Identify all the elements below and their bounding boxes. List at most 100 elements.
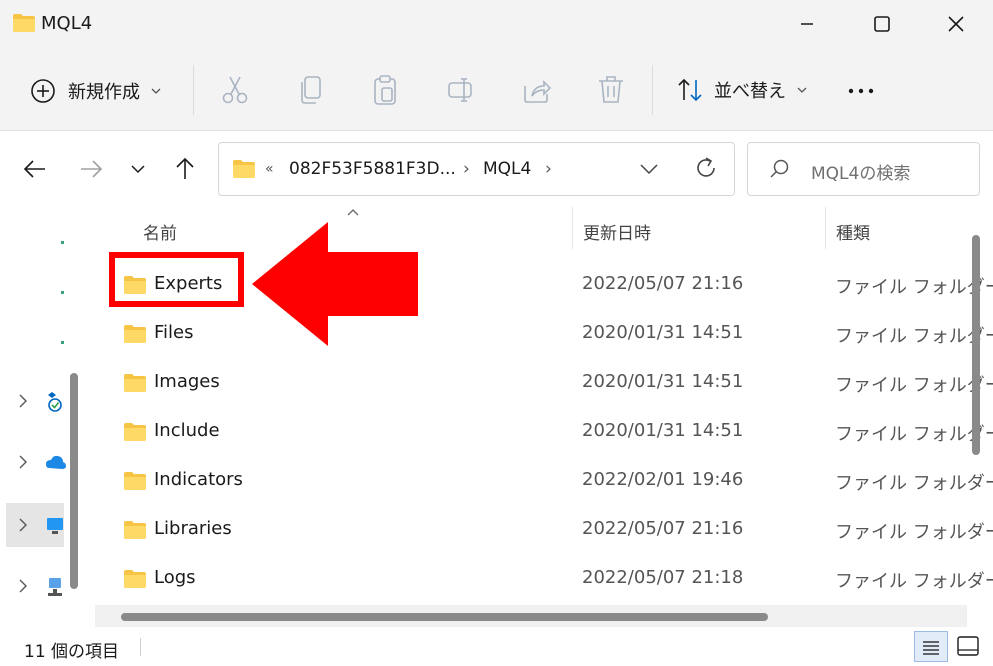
chevron-right-icon: [19, 394, 27, 408]
search-box[interactable]: MQL4の検索: [747, 142, 980, 196]
address-bar[interactable]: « 082F53F5881F3D... › MQL4 ›: [218, 142, 735, 196]
column-header-name[interactable]: 名前: [143, 219, 177, 244]
refresh-button[interactable]: [693, 155, 719, 185]
paste-icon: [374, 75, 396, 105]
tree-marker: [61, 291, 64, 294]
file-list-vertical-scrollbar[interactable]: [972, 235, 980, 455]
up-button[interactable]: [169, 153, 201, 185]
rename-icon: [448, 78, 472, 102]
item-count: 11 個の項目: [24, 642, 120, 662]
details-view-button[interactable]: [914, 631, 948, 662]
share-button[interactable]: [522, 74, 552, 110]
nav-item-this-pc[interactable]: [6, 503, 64, 547]
file-row[interactable]: Files 2020/01/31 14:51 ファイル フォルダー: [92, 308, 993, 357]
file-type: ファイル フォルダー: [835, 375, 993, 396]
folder-icon: [124, 472, 146, 490]
arrow-right-icon: [81, 160, 103, 178]
file-date: 2022/05/07 21:18: [582, 567, 744, 588]
maximize-button[interactable]: [864, 10, 900, 38]
toolbar-divider: [193, 65, 194, 115]
sort-button-label: 並べ替え: [714, 81, 786, 102]
new-button[interactable]: 新規作成: [30, 74, 162, 108]
recent-locations-button[interactable]: [122, 153, 154, 185]
maximize-icon: [874, 16, 890, 32]
chevron-right-icon: [19, 579, 27, 593]
share-icon: [524, 80, 552, 103]
file-name: Images: [154, 371, 220, 392]
file-name: Files: [154, 322, 194, 343]
breadcrumb-separator[interactable]: ›: [545, 159, 552, 179]
copy-button[interactable]: [296, 74, 326, 110]
navigation-bar: « 082F53F5881F3D... › MQL4 › MQL4の検索: [0, 131, 993, 207]
file-name: Indicators: [154, 469, 243, 490]
file-list-horizontal-scrollbar[interactable]: [121, 613, 768, 621]
highlight-box: [109, 252, 244, 307]
minimize-button[interactable]: [789, 10, 825, 38]
file-type: ファイル フォルダー: [835, 522, 993, 543]
file-row[interactable]: Logs 2022/05/07 21:18 ファイル フォルダー: [92, 553, 993, 602]
folder-icon: [124, 570, 146, 588]
forward-button[interactable]: [75, 153, 107, 185]
column-header-type[interactable]: 種類: [836, 219, 870, 244]
breadcrumb-item[interactable]: 082F53F5881F3D...: [289, 159, 456, 179]
breadcrumb-separator[interactable]: ›: [463, 159, 470, 179]
close-icon: [948, 16, 964, 32]
status-bar: 11 個の項目: [0, 630, 993, 662]
cut-button[interactable]: [220, 74, 250, 110]
computer-icon: [47, 518, 63, 534]
file-date: 2020/01/31 14:51: [582, 371, 744, 392]
folder-icon: [124, 423, 146, 441]
file-row[interactable]: Libraries 2022/05/07 21:16 ファイル フォルダー: [92, 504, 993, 553]
address-history-button[interactable]: [637, 157, 661, 185]
column-divider[interactable]: [572, 207, 573, 249]
breadcrumb-overflow[interactable]: «: [265, 161, 274, 177]
folder-icon: [12, 13, 36, 37]
folder-icon: [231, 159, 257, 183]
arrow-up-icon: [176, 157, 194, 179]
rename-button[interactable]: [446, 74, 476, 110]
network-icon: [48, 578, 62, 596]
chevron-down-icon: [151, 88, 161, 94]
file-date: 2022/02/01 19:46: [582, 469, 744, 490]
breadcrumb-item[interactable]: MQL4: [483, 159, 531, 179]
file-row[interactable]: Indicators 2022/02/01 19:46 ファイル フォルダー: [92, 455, 993, 504]
refresh-icon: [697, 157, 715, 177]
new-button-label: 新規作成: [68, 82, 140, 103]
file-row[interactable]: Images 2020/01/31 14:51 ファイル フォルダー: [92, 357, 993, 406]
file-date: 2020/01/31 14:51: [582, 322, 744, 343]
back-button[interactable]: [19, 153, 51, 185]
column-header-date[interactable]: 更新日時: [583, 219, 651, 244]
folder-icon: [124, 325, 146, 343]
arrow-left-icon: [23, 160, 45, 178]
command-bar: 新規作成 並べ替え: [0, 50, 993, 131]
chevron-down-icon: [640, 164, 658, 175]
sort-ascending-icon: [347, 209, 359, 216]
red-arrow-annotation: [252, 222, 418, 346]
delete-button[interactable]: [596, 74, 626, 110]
navigation-pane-scrollbar[interactable]: [70, 373, 78, 589]
tiles-view-icon: [957, 636, 979, 656]
folder-icon: [124, 521, 146, 539]
more-icon: [848, 88, 874, 94]
more-options-button[interactable]: [846, 76, 876, 106]
file-type: ファイル フォルダー: [835, 326, 993, 347]
file-type: ファイル フォルダー: [835, 473, 993, 494]
file-name: Libraries: [154, 518, 232, 539]
paste-button[interactable]: [370, 74, 400, 110]
chevron-down-icon: [797, 87, 807, 93]
column-divider[interactable]: [825, 207, 826, 249]
sort-button[interactable]: 並べ替え: [676, 76, 808, 104]
file-date: 2022/05/07 21:16: [582, 273, 744, 294]
window-title: MQL4: [41, 13, 93, 34]
close-button[interactable]: [938, 10, 974, 38]
toolbar-divider: [652, 65, 653, 115]
folder-icon: [124, 374, 146, 392]
sort-icon: [678, 78, 702, 102]
file-row[interactable]: Include 2020/01/31 14:51 ファイル フォルダー: [92, 406, 993, 455]
search-input[interactable]: MQL4の検索: [811, 159, 910, 184]
file-explorer-window: MQL4 新規作成 並べ替え « 082F53F5881F3D... › MQL…: [0, 0, 993, 662]
tiles-view-button[interactable]: [952, 631, 986, 662]
chevron-down-icon: [131, 165, 145, 174]
file-date: 2022/05/07 21:16: [582, 518, 744, 539]
file-type: ファイル フォルダー: [835, 571, 993, 592]
